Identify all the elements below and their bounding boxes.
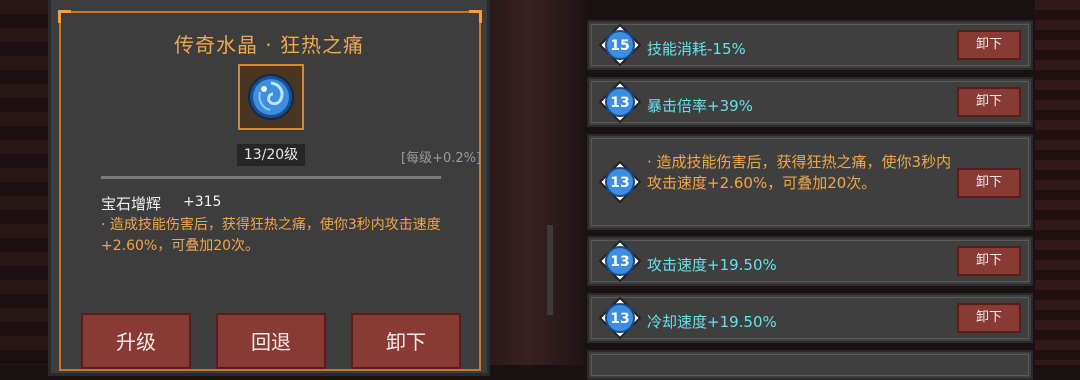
affix-row: 13 冷却速度+19.50% 卸下 bbox=[587, 293, 1033, 343]
gem-icon-slot[interactable] bbox=[238, 64, 304, 130]
level-badge-icon: 13 bbox=[599, 297, 641, 339]
crystal-gem-icon bbox=[248, 74, 294, 120]
gem-title: 传奇水晶 · 狂热之痛 bbox=[173, 33, 365, 57]
frame-corner bbox=[469, 10, 482, 23]
affix-row: 13 攻击速度+19.50% 卸下 bbox=[587, 236, 1033, 286]
affix-unequip-button[interactable]: 卸下 bbox=[957, 246, 1021, 276]
bonus-label: 宝石增辉 bbox=[101, 195, 162, 213]
affix-row: 13 · 造成技能伤害后，获得狂热之痛，使你3秒内攻击速度+2.60%，可叠加2… bbox=[587, 134, 1033, 230]
level-badge-icon: 15 bbox=[599, 24, 641, 66]
affix-row bbox=[587, 350, 1033, 380]
affix-text: 技能消耗-15% bbox=[647, 40, 746, 58]
affix-level-number: 13 bbox=[610, 175, 629, 191]
frame-corner bbox=[58, 10, 71, 23]
affix-text: · 造成技能伤害后，获得狂热之痛，使你3秒内攻击速度+2.60%，可叠加20次。 bbox=[647, 153, 952, 192]
affix-level-number: 13 bbox=[610, 311, 629, 327]
level-badge-icon: 13 bbox=[599, 161, 641, 203]
affix-text: 冷却速度+19.50% bbox=[647, 313, 777, 331]
divider bbox=[101, 176, 441, 179]
affix-row: 15 技能消耗-15% 卸下 bbox=[587, 20, 1033, 70]
level-badge-icon: 13 bbox=[599, 81, 641, 123]
affix-level-number: 13 bbox=[610, 95, 629, 111]
gem-effect-text: · 造成技能伤害后，获得狂热之痛，使你3秒内攻击速度+2.60%，可叠加20次。 bbox=[101, 217, 441, 254]
level-badge-icon: 13 bbox=[599, 240, 641, 282]
unequip-button[interactable]: 卸下 bbox=[351, 313, 461, 369]
background-middle bbox=[490, 0, 585, 365]
bonus-value: +315 bbox=[183, 194, 222, 210]
affix-level-number: 15 bbox=[610, 38, 629, 54]
per-level-bonus: [每级+0.2%] bbox=[401, 151, 482, 166]
affix-list: 15 技能消耗-15% 卸下 13 暴击倍率+39% 卸下 13 · 造成技能伤… bbox=[585, 0, 1035, 380]
affix-text: 暴击倍率+39% bbox=[647, 97, 753, 115]
affix-unequip-button[interactable]: 卸下 bbox=[957, 87, 1021, 117]
affix-unequip-button[interactable]: 卸下 bbox=[957, 30, 1021, 60]
affix-unequip-button[interactable]: 卸下 bbox=[957, 168, 1021, 198]
background-left bbox=[0, 0, 48, 365]
affix-level-number: 13 bbox=[610, 254, 629, 270]
scrollbar[interactable] bbox=[547, 225, 553, 315]
revert-button[interactable]: 回退 bbox=[216, 313, 326, 369]
affix-row: 13 暴击倍率+39% 卸下 bbox=[587, 77, 1033, 127]
affix-unequip-button[interactable]: 卸下 bbox=[957, 303, 1021, 333]
background-right bbox=[1035, 0, 1080, 365]
upgrade-button[interactable]: 升级 bbox=[81, 313, 191, 369]
affix-text: 攻击速度+19.50% bbox=[647, 256, 777, 274]
gem-level: 13/20级 bbox=[237, 144, 305, 166]
gem-detail-panel: 传奇水晶 · 狂热之痛 13/20级 [每级+0.2%] 宝石增辉 +315 ·… bbox=[48, 0, 490, 376]
